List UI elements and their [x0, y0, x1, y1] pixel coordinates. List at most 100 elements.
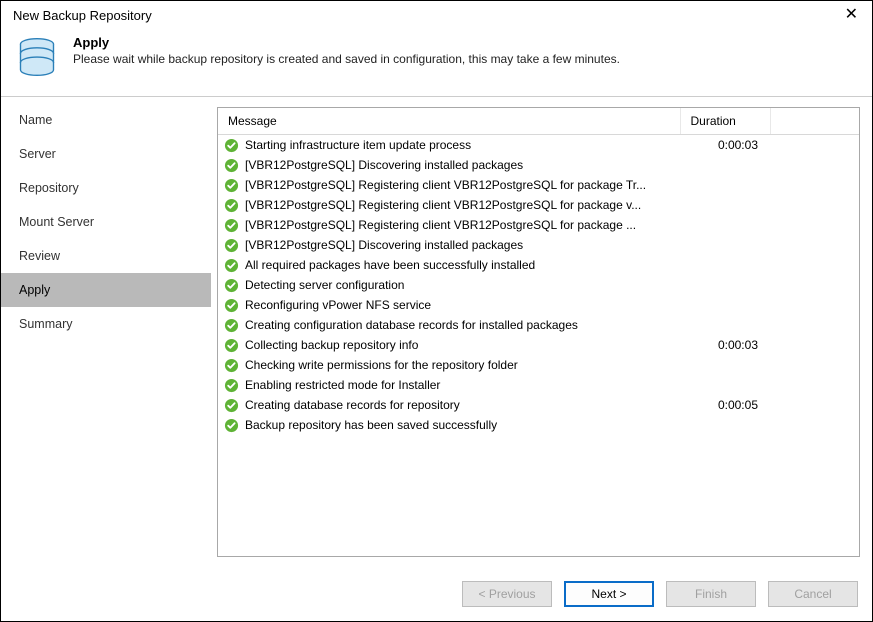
repository-icon [15, 35, 59, 82]
table-row[interactable]: Collecting backup repository info 0:00:03 [218, 335, 859, 355]
table-row[interactable]: [VBR12PostgreSQL] Discovering installed … [218, 235, 859, 255]
sidebar-item-label: Server [19, 147, 56, 161]
spare-cell [770, 155, 859, 175]
table-row[interactable]: Creating configuration database records … [218, 315, 859, 335]
sidebar-item-repository[interactable]: Repository [1, 171, 211, 205]
table-row[interactable]: [VBR12PostgreSQL] Discovering installed … [218, 155, 859, 175]
sidebar-item-label: Repository [19, 181, 79, 195]
spare-cell [770, 195, 859, 215]
sidebar-item-server[interactable]: Server [1, 137, 211, 171]
sidebar-item-mount-server[interactable]: Mount Server [1, 205, 211, 239]
success-check-icon [224, 298, 239, 313]
message-text: All required packages have been successf… [245, 258, 535, 272]
sidebar-item-apply[interactable]: Apply [1, 273, 211, 307]
spare-cell [770, 175, 859, 195]
close-icon[interactable]: ✕ [841, 7, 862, 23]
page-title: Apply [73, 35, 620, 50]
sidebar-item-summary[interactable]: Summary [1, 307, 211, 341]
spare-cell [770, 215, 859, 235]
next-button[interactable]: Next > [564, 581, 654, 607]
sidebar-item-name[interactable]: Name [1, 103, 211, 137]
table-row[interactable]: Reconfiguring vPower NFS service [218, 295, 859, 315]
message-cell: [VBR12PostgreSQL] Discovering installed … [218, 235, 680, 255]
previous-button: < Previous [462, 581, 552, 607]
duration-cell [680, 375, 770, 395]
table-row[interactable]: All required packages have been successf… [218, 255, 859, 275]
table-row[interactable]: Enabling restricted mode for Installer [218, 375, 859, 395]
message-text: Creating configuration database records … [245, 318, 578, 332]
message-cell: Backup repository has been saved success… [218, 415, 680, 435]
spare-cell [770, 315, 859, 335]
sidebar-item-review[interactable]: Review [1, 239, 211, 273]
message-cell: [VBR12PostgreSQL] Registering client VBR… [218, 195, 680, 215]
table-row[interactable]: Checking write permissions for the repos… [218, 355, 859, 375]
message-text: [VBR12PostgreSQL] Registering client VBR… [245, 218, 636, 232]
duration-cell [680, 355, 770, 375]
message-cell: Enabling restricted mode for Installer [218, 375, 680, 395]
duration-cell [680, 215, 770, 235]
success-check-icon [224, 378, 239, 393]
message-text: [VBR12PostgreSQL] Discovering installed … [245, 238, 523, 252]
wizard-body: Name Server Repository Mount Server Review Ap… [1, 97, 872, 567]
table-row[interactable]: Starting infrastructure item update proc… [218, 135, 859, 156]
success-check-icon [224, 338, 239, 353]
message-cell: [VBR12PostgreSQL] Registering client VBR… [218, 175, 680, 195]
sidebar-item-label: Mount Server [19, 215, 94, 229]
wizard-sidebar: Name Server Repository Mount Server Review Ap… [1, 97, 211, 567]
spare-cell [770, 355, 859, 375]
duration-cell [680, 295, 770, 315]
duration-cell [680, 255, 770, 275]
message-text: Detecting server configuration [245, 278, 404, 292]
duration-cell [680, 195, 770, 215]
duration-cell [680, 235, 770, 255]
spare-cell [770, 135, 859, 156]
spare-cell [770, 375, 859, 395]
column-header-duration[interactable]: Duration [680, 108, 770, 135]
spare-cell [770, 395, 859, 415]
message-cell: Starting infrastructure item update proc… [218, 135, 680, 155]
duration-cell: 0:00:03 [680, 135, 770, 156]
message-cell: Detecting server configuration [218, 275, 680, 295]
duration-cell [680, 155, 770, 175]
success-check-icon [224, 418, 239, 433]
titlebar: New Backup Repository ✕ [1, 1, 872, 27]
success-check-icon [224, 258, 239, 273]
message-text: Starting infrastructure item update proc… [245, 138, 471, 152]
cancel-button: Cancel [768, 581, 858, 607]
duration-cell [680, 415, 770, 435]
sidebar-item-label: Summary [19, 317, 72, 331]
message-text: Collecting backup repository info [245, 338, 418, 352]
sidebar-item-label: Review [19, 249, 60, 263]
duration-cell [680, 315, 770, 335]
message-text: Backup repository has been saved success… [245, 418, 497, 432]
column-header-spare [770, 108, 859, 135]
table-row[interactable]: Backup repository has been saved success… [218, 415, 859, 435]
table-row[interactable]: [VBR12PostgreSQL] Registering client VBR… [218, 215, 859, 235]
spare-cell [770, 295, 859, 315]
table-row[interactable]: [VBR12PostgreSQL] Registering client VBR… [218, 195, 859, 215]
message-cell: [VBR12PostgreSQL] Registering client VBR… [218, 215, 680, 235]
message-text: Checking write permissions for the repos… [245, 358, 518, 372]
duration-cell: 0:00:03 [680, 335, 770, 355]
success-check-icon [224, 278, 239, 293]
success-check-icon [224, 178, 239, 193]
message-text: Creating database records for repository [245, 398, 460, 412]
message-cell: [VBR12PostgreSQL] Discovering installed … [218, 155, 680, 175]
table-row[interactable]: Creating database records for repository… [218, 395, 859, 415]
wizard-header: Apply Please wait while backup repositor… [1, 27, 872, 97]
success-check-icon [224, 198, 239, 213]
column-header-message[interactable]: Message [218, 108, 680, 135]
sidebar-item-label: Name [19, 113, 52, 127]
spare-cell [770, 335, 859, 355]
table-row[interactable]: [VBR12PostgreSQL] Registering client VBR… [218, 175, 859, 195]
message-text: Enabling restricted mode for Installer [245, 378, 440, 392]
message-cell: Checking write permissions for the repos… [218, 355, 680, 375]
message-text: [VBR12PostgreSQL] Discovering installed … [245, 158, 523, 172]
success-check-icon [224, 218, 239, 233]
success-check-icon [224, 158, 239, 173]
duration-cell [680, 175, 770, 195]
table-row[interactable]: Detecting server configuration [218, 275, 859, 295]
message-cell: Reconfiguring vPower NFS service [218, 295, 680, 315]
success-check-icon [224, 358, 239, 373]
progress-table: Message Duration Starting infrastructure… [217, 107, 860, 557]
